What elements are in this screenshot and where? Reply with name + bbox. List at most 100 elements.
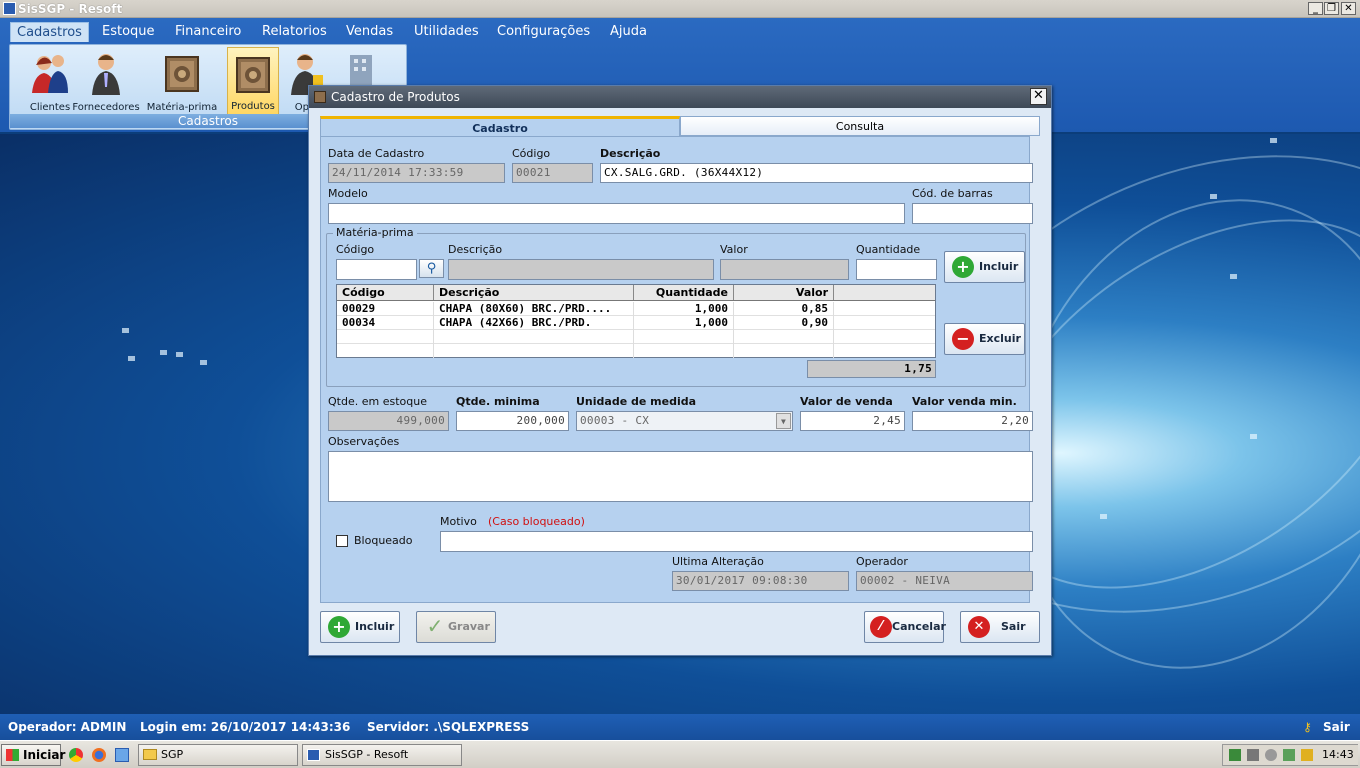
grid-row-empty bbox=[337, 330, 935, 344]
status-sair-link[interactable]: Sair bbox=[1323, 714, 1350, 740]
incluir-label: Incluir bbox=[355, 620, 395, 633]
ribbon-produtos-button[interactable]: Produtos bbox=[227, 47, 279, 115]
grid-row[interactable]: 00029 CHAPA (80X60) BRC./PRD.... 1,000 0… bbox=[337, 302, 935, 316]
bloqueado-checkbox[interactable] bbox=[336, 535, 348, 547]
chrome-icon[interactable] bbox=[69, 748, 83, 762]
close-app-button[interactable]: ✕ bbox=[1341, 2, 1356, 15]
unidade-select[interactable]: 00003 - CX ▼ bbox=[576, 411, 793, 431]
valor-venda-field[interactable]: 2,45 bbox=[800, 411, 905, 431]
ultima-alteracao-field: 30/01/2017 09:08:30 bbox=[672, 571, 849, 591]
tab-cadastro[interactable]: Cadastro bbox=[320, 116, 680, 137]
app-title-bar: SisSGP - Resoft _ ❐ ✕ bbox=[0, 0, 1360, 18]
mp-incluir-button[interactable]: + Incluir bbox=[944, 251, 1025, 283]
chevron-down-icon[interactable]: ▼ bbox=[776, 413, 791, 429]
speaker-icon[interactable] bbox=[1265, 749, 1277, 761]
menu-cadastros[interactable]: Cadastros bbox=[10, 22, 89, 42]
close-icon: ✕ bbox=[968, 616, 990, 638]
cell-valor: 0,85 bbox=[734, 302, 834, 316]
box-icon bbox=[162, 51, 202, 95]
cadastro-panel: Data de Cadastro 24/11/2014 17:33:59 Cód… bbox=[320, 136, 1033, 603]
col-valor[interactable]: Valor bbox=[734, 285, 834, 300]
modelo-label: Modelo bbox=[328, 187, 368, 200]
sair-button[interactable]: ✕ Sair bbox=[960, 611, 1040, 643]
modelo-field[interactable] bbox=[328, 203, 905, 224]
ultima-alteracao-label: Ultima Alteração bbox=[672, 555, 764, 568]
menu-ajuda[interactable]: Ajuda bbox=[604, 22, 653, 42]
gravar-button[interactable]: ✓ Gravar bbox=[416, 611, 496, 643]
cell-valor: 0,90 bbox=[734, 316, 834, 330]
mp-valor-field bbox=[720, 259, 849, 280]
minimize-button[interactable]: _ bbox=[1308, 2, 1323, 15]
motivo-field[interactable] bbox=[440, 531, 1033, 552]
plus-icon: + bbox=[328, 616, 350, 638]
app-icon bbox=[307, 749, 320, 761]
materia-prima-grid[interactable]: Código Descrição Quantidade Valor 00029 … bbox=[336, 284, 936, 358]
tab-consulta[interactable]: Consulta bbox=[680, 116, 1040, 136]
network-icon[interactable] bbox=[1229, 749, 1241, 761]
observacoes-field[interactable] bbox=[328, 451, 1033, 502]
menu-estoque[interactable]: Estoque bbox=[96, 22, 161, 42]
search-icon: ⚲ bbox=[426, 261, 437, 276]
mp-codigo-label: Código bbox=[336, 243, 375, 256]
cancelar-button[interactable]: ⁄ Cancelar bbox=[864, 611, 946, 643]
grid-row[interactable]: 00034 CHAPA (42X66) BRC./PRD. 1,000 0,90 bbox=[337, 316, 935, 330]
tray-app-icon[interactable] bbox=[1283, 749, 1295, 761]
observacoes-label: Observações bbox=[328, 435, 400, 448]
cell-quantidade: 1,000 bbox=[634, 316, 734, 330]
ribbon-label: Fornecedores bbox=[72, 102, 140, 113]
menu-utilidades[interactable]: Utilidades bbox=[408, 22, 485, 42]
col-quantidade[interactable]: Quantidade bbox=[634, 285, 734, 300]
sair-label: Sair bbox=[1001, 620, 1026, 633]
materia-prima-group: Matéria-prima Código ⚲ Descrição Valor Q… bbox=[326, 226, 1026, 387]
mp-excluir-label: Excluir bbox=[979, 332, 1021, 345]
mp-excluir-button[interactable]: − Excluir bbox=[944, 323, 1025, 355]
start-button[interactable]: Iniciar bbox=[1, 744, 65, 766]
col-descricao[interactable]: Descrição bbox=[434, 285, 634, 300]
menu-vendas[interactable]: Vendas bbox=[340, 22, 399, 42]
restore-button[interactable]: ❐ bbox=[1324, 2, 1339, 15]
mp-quantidade-input[interactable] bbox=[856, 259, 937, 280]
dialog-title: Cadastro de Produtos bbox=[331, 90, 460, 104]
task-label: SGP bbox=[161, 748, 184, 761]
menu-financeiro[interactable]: Financeiro bbox=[169, 22, 247, 42]
firefox-icon[interactable] bbox=[92, 748, 106, 762]
motivo-label: Motivo bbox=[440, 515, 477, 528]
ribbon-materia-prima-button[interactable]: Matéria-prima bbox=[144, 47, 220, 115]
product-box-icon bbox=[233, 52, 273, 96]
mp-incluir-label: Incluir bbox=[979, 260, 1019, 273]
status-servidor: Servidor: .\SQLEXPRESS bbox=[367, 720, 530, 734]
barras-label: Cód. de barras bbox=[912, 187, 993, 200]
dialog-close-button[interactable]: ✕ bbox=[1030, 88, 1047, 105]
app-shortcut-icon[interactable] bbox=[115, 748, 129, 762]
taskbar-sissgp-window[interactable]: SisSGP - Resoft bbox=[302, 744, 462, 766]
notification-icon[interactable] bbox=[1301, 749, 1313, 761]
monitor-icon[interactable] bbox=[1247, 749, 1259, 761]
cell-descricao: CHAPA (42X66) BRC./PRD. bbox=[434, 316, 634, 330]
qtde-minima-field[interactable]: 200,000 bbox=[456, 411, 569, 431]
taskbar: Iniciar SGP SisSGP - Resoft 14:43 bbox=[0, 740, 1360, 768]
valor-venda-label: Valor de venda bbox=[800, 395, 893, 408]
mp-codigo-input[interactable] bbox=[336, 259, 417, 280]
barras-field[interactable] bbox=[912, 203, 1033, 224]
cell-codigo: 00034 bbox=[337, 316, 434, 330]
qtde-estoque-field: 499,000 bbox=[328, 411, 449, 431]
ribbon-fornecedores-button[interactable]: Fornecedores bbox=[68, 47, 144, 115]
materia-prima-group-label: Matéria-prima bbox=[333, 226, 417, 239]
mp-search-button[interactable]: ⚲ bbox=[419, 259, 444, 278]
folder-icon bbox=[143, 749, 157, 760]
menu-relatorios[interactable]: Relatorios bbox=[256, 22, 333, 42]
menu-configuracoes[interactable]: Configurações bbox=[491, 22, 596, 42]
col-codigo[interactable]: Código bbox=[337, 285, 434, 300]
valor-min-label: Valor venda min. bbox=[912, 395, 1017, 408]
windows-logo-icon bbox=[6, 749, 19, 761]
bloqueado-label: Bloqueado bbox=[354, 534, 413, 547]
cell-descricao: CHAPA (80X60) BRC./PRD.... bbox=[434, 302, 634, 316]
descricao-field[interactable]: CX.SALG.GRD. (36X44X12) bbox=[600, 163, 1033, 183]
cell-quantidade: 1,000 bbox=[634, 302, 734, 316]
unidade-value: 00003 - CX bbox=[580, 414, 650, 427]
ribbon-label: Produtos bbox=[231, 101, 275, 112]
valor-min-field[interactable]: 2,20 bbox=[912, 411, 1033, 431]
operador-field: 00002 - NEIVA bbox=[856, 571, 1033, 591]
incluir-button[interactable]: + Incluir bbox=[320, 611, 400, 643]
taskbar-sgp-folder[interactable]: SGP bbox=[138, 744, 298, 766]
